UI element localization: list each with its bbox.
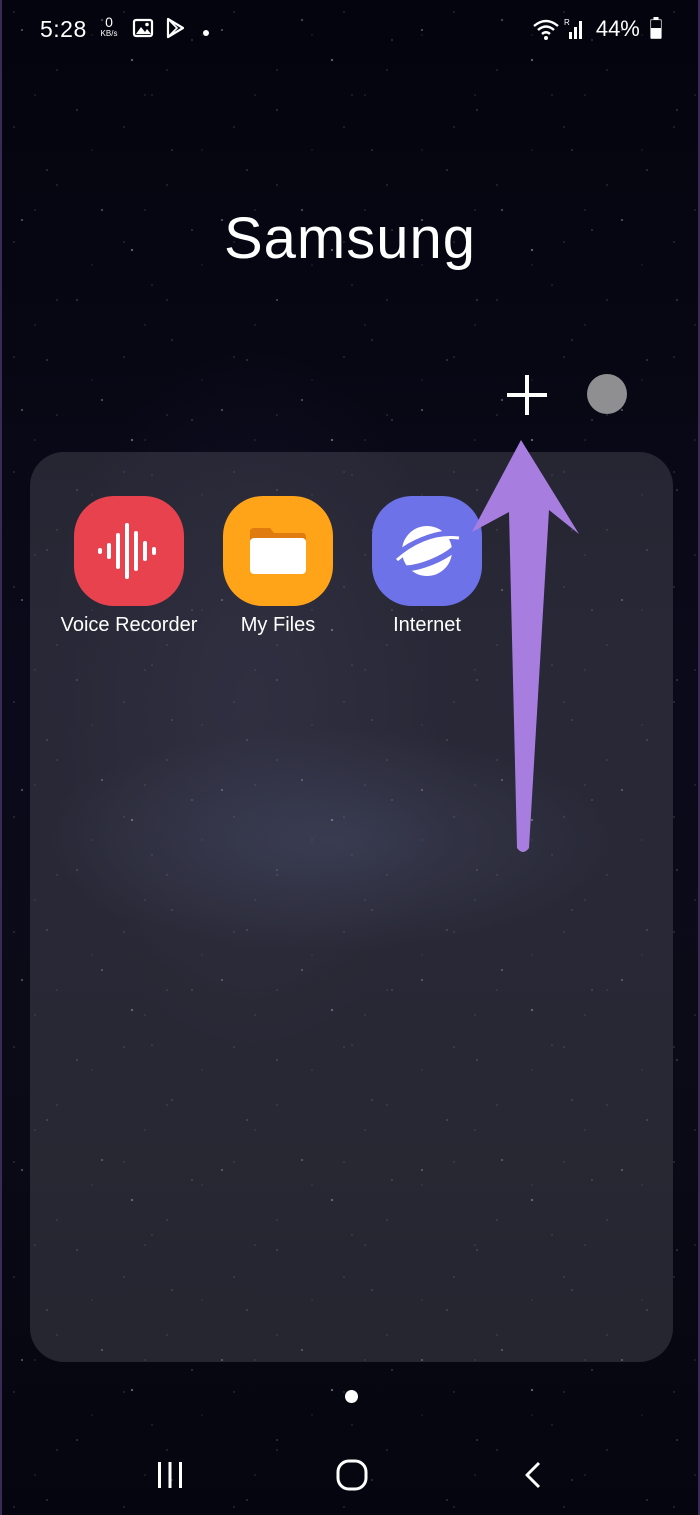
- app-my-files[interactable]: My Files: [198, 496, 358, 637]
- app-internet[interactable]: Internet: [347, 496, 507, 637]
- home-icon: [336, 1459, 368, 1491]
- notification-dot-icon: [202, 24, 210, 42]
- plus-icon: [507, 375, 547, 415]
- back-button[interactable]: [504, 1450, 564, 1500]
- back-icon: [525, 1461, 541, 1489]
- folder-title[interactable]: Samsung: [2, 205, 698, 272]
- navigation-bar: [2, 1440, 698, 1510]
- home-screen: 5:28 0 KB/s R 44% Samsung Voice Recorder…: [0, 0, 700, 1515]
- page-indicator-dot: [345, 1390, 358, 1403]
- wifi-icon: [532, 17, 560, 46]
- app-voice-recorder[interactable]: Voice Recorder: [49, 496, 209, 637]
- network-speed: 0 KB/s: [98, 15, 120, 43]
- play-store-icon: [165, 17, 185, 44]
- recents-icon: [158, 1462, 182, 1488]
- signal-icon: R: [564, 17, 586, 46]
- battery-status: 44%: [595, 16, 663, 45]
- status-time: 5:28: [40, 16, 87, 42]
- status-bar: 5:28 0 KB/s R 44%: [2, 0, 698, 60]
- app-label: Voice Recorder: [60, 614, 198, 636]
- recents-button[interactable]: [140, 1450, 200, 1500]
- planet-icon: [372, 496, 482, 606]
- folder-panel: Voice Recorder My Files Internet: [30, 452, 673, 1362]
- network-speed-unit: KB/s: [100, 29, 118, 38]
- svg-text:R: R: [564, 18, 570, 27]
- battery-icon: [649, 17, 663, 45]
- add-app-button[interactable]: [502, 370, 552, 420]
- app-label: Internet: [393, 614, 461, 636]
- folder-color-button[interactable]: [587, 374, 627, 414]
- folder-icon: [223, 496, 333, 606]
- image-notification-icon: [132, 17, 154, 44]
- voice-recorder-icon: [74, 496, 184, 606]
- home-button[interactable]: [322, 1450, 382, 1500]
- battery-percent: 44%: [595, 16, 640, 41]
- app-label: My Files: [240, 614, 316, 636]
- network-speed-value: 0: [105, 14, 113, 30]
